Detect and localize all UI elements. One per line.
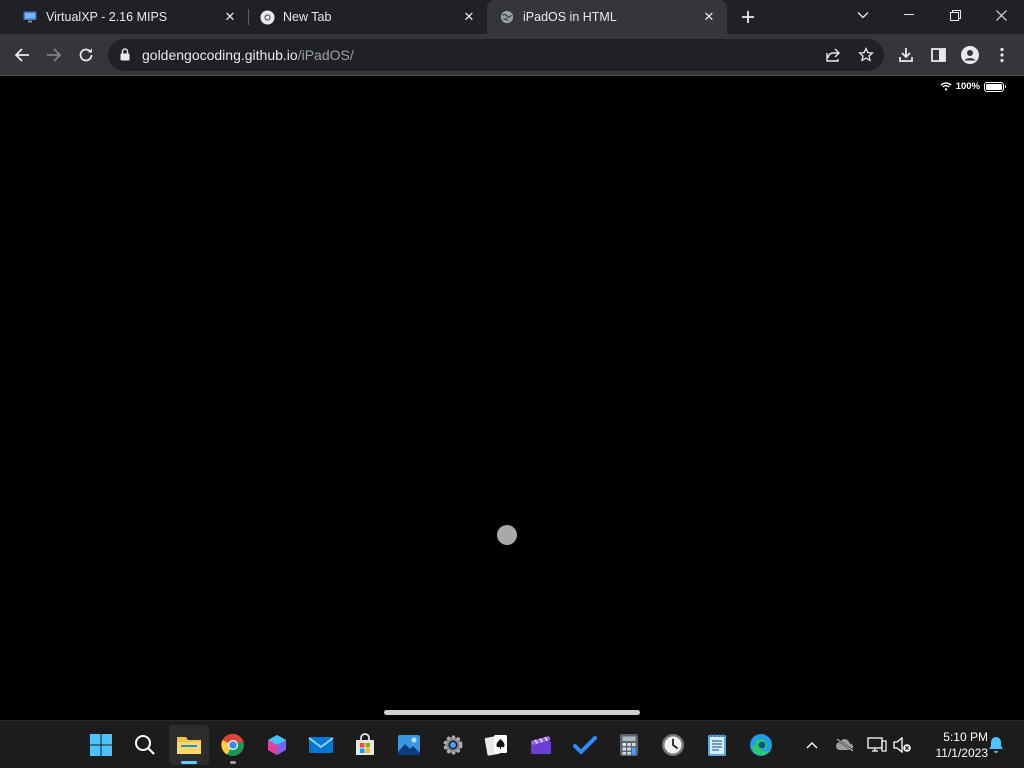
- address-bar[interactable]: goldengocoding.github.io/iPadOS/: [108, 39, 884, 71]
- search-button[interactable]: [125, 725, 165, 765]
- photos-app[interactable]: [389, 725, 429, 765]
- tab-new-tab[interactable]: New Tab ✕: [249, 0, 487, 34]
- tab-ipados[interactable]: iPadOS in HTML ✕: [487, 0, 727, 34]
- clock-app[interactable]: [653, 725, 693, 765]
- bookmark-star-icon[interactable]: [856, 45, 876, 65]
- store-icon: [356, 733, 374, 755]
- close-tab-icon[interactable]: ✕: [461, 9, 477, 25]
- close-tab-icon[interactable]: ✕: [222, 9, 238, 25]
- file-explorer-app[interactable]: [169, 725, 209, 765]
- show-hidden-icons-button[interactable]: [800, 733, 824, 757]
- battery-percent: 100%: [955, 81, 980, 92]
- start-icon: [90, 734, 112, 756]
- browser-toolbar: goldengocoding.github.io/iPadOS/: [0, 34, 1024, 76]
- store-app[interactable]: [345, 725, 385, 765]
- forward-arrow-icon: [47, 48, 62, 62]
- windows-taskbar: 5:10 PM 11/1/2023: [0, 720, 1024, 768]
- calculator-icon: [620, 734, 638, 756]
- downloads-button[interactable]: [893, 42, 919, 68]
- cloud-offline-icon: [836, 738, 854, 752]
- url-host: goldengocoding.github.io: [142, 47, 298, 63]
- notepad-icon: [708, 734, 726, 756]
- notepad-app[interactable]: [697, 725, 737, 765]
- onedrive-status[interactable]: [833, 733, 857, 757]
- wifi-icon: [940, 82, 952, 91]
- calculator-app[interactable]: [609, 725, 649, 765]
- copilot-app[interactable]: [257, 725, 297, 765]
- file-explorer-icon: [177, 737, 201, 754]
- reload-icon: [79, 48, 93, 62]
- edge-app[interactable]: [741, 725, 781, 765]
- settings-app[interactable]: [433, 725, 473, 765]
- todo-app[interactable]: [565, 725, 605, 765]
- tab-virtualxp[interactable]: VirtualXP - 2.16 MIPS ✕: [0, 0, 248, 34]
- network-icon: [867, 737, 887, 752]
- mail-app[interactable]: [301, 725, 341, 765]
- minimize-icon: [904, 14, 914, 15]
- mail-icon: [308, 737, 334, 753]
- share-icon[interactable]: [823, 45, 843, 65]
- ipados-screen[interactable]: 100%: [0, 77, 1024, 720]
- chrome-icon: [221, 733, 244, 756]
- url-text: goldengocoding.github.io/iPadOS/: [142, 47, 354, 63]
- tab-title: VirtualXP - 2.16 MIPS: [46, 10, 168, 24]
- close-icon: [995, 9, 1007, 21]
- clock-date: 11/1/2023: [935, 746, 989, 760]
- tab-strip: VirtualXP - 2.16 MIPS ✕ New Tab ✕ iPadOS…: [0, 0, 1024, 34]
- running-indicator: [230, 761, 236, 764]
- taskbar-clock[interactable]: 5:10 PM 11/1/2023: [922, 729, 989, 761]
- chrome-icon: [259, 9, 275, 25]
- reload-button[interactable]: [73, 42, 99, 68]
- notifications-button[interactable]: [984, 733, 1008, 757]
- tab-search-button[interactable]: [840, 0, 886, 30]
- edge-icon: [750, 734, 772, 756]
- settings-icon: [443, 735, 463, 755]
- clock-icon: [662, 734, 684, 756]
- solitaire-app[interactable]: [477, 725, 517, 765]
- back-arrow-icon: [14, 48, 29, 62]
- kebab-menu-icon: [1000, 47, 1004, 63]
- profile-button[interactable]: [957, 42, 983, 68]
- url-path: /iPadOS/: [297, 47, 354, 63]
- network-status[interactable]: [865, 733, 889, 757]
- active-indicator: [181, 761, 197, 764]
- new-tab-button[interactable]: [737, 6, 759, 28]
- download-icon: [899, 48, 913, 62]
- side-panel-button[interactable]: [925, 42, 951, 68]
- battery-icon: [984, 81, 1006, 92]
- loading-indicator: [497, 525, 517, 545]
- volume-status[interactable]: [890, 733, 914, 757]
- restore-button[interactable]: [932, 0, 978, 30]
- start-button[interactable]: [81, 725, 121, 765]
- search-icon: [135, 735, 155, 755]
- forward-button[interactable]: [41, 42, 67, 68]
- chevron-down-icon: [857, 12, 869, 19]
- tab-title: iPadOS in HTML: [523, 10, 617, 24]
- bell-icon: [989, 737, 1003, 753]
- minimize-button[interactable]: [886, 0, 932, 30]
- home-indicator[interactable]: [384, 710, 640, 715]
- virtualxp-icon: [22, 9, 38, 25]
- lock-icon: [120, 48, 130, 66]
- close-window-button[interactable]: [978, 0, 1024, 30]
- clock-time: 5:10 PM: [943, 730, 988, 744]
- copilot-icon: [268, 735, 286, 755]
- profile-icon: [961, 46, 979, 64]
- todo-icon: [573, 736, 597, 754]
- ipad-status-bar: 100%: [940, 81, 1006, 92]
- side-panel-icon: [930, 48, 946, 62]
- restore-icon: [949, 9, 961, 21]
- tab-title: New Tab: [283, 10, 332, 24]
- clipchamp-icon: [531, 736, 551, 754]
- close-tab-icon[interactable]: ✕: [701, 9, 717, 25]
- menu-button[interactable]: [989, 42, 1015, 68]
- chrome-app[interactable]: [213, 725, 253, 765]
- solitaire-icon: [484, 735, 507, 756]
- photos-icon: [398, 735, 420, 755]
- volume-muted-icon: [893, 737, 911, 753]
- clipchamp-app[interactable]: [521, 725, 561, 765]
- globe-icon: [499, 9, 515, 25]
- back-button[interactable]: [9, 42, 35, 68]
- chevron-up-icon: [806, 742, 818, 749]
